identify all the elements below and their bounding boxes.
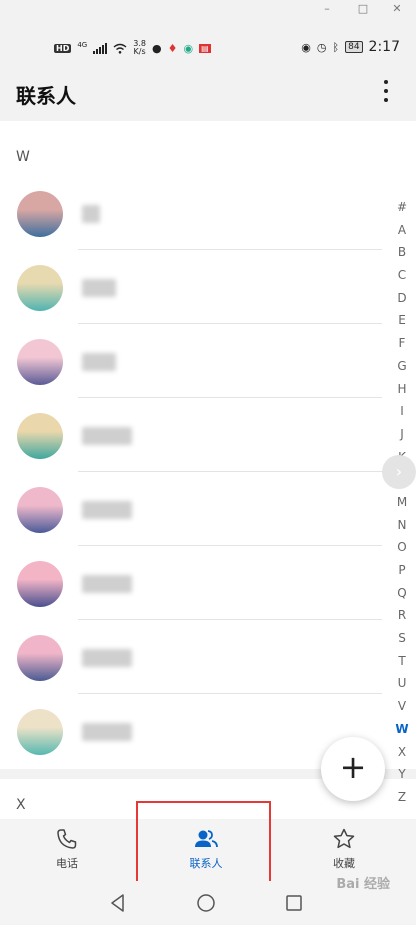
index-letter[interactable]: D	[394, 287, 410, 310]
index-letter[interactable]: Z	[394, 786, 410, 809]
index-letter[interactable]: J	[394, 423, 410, 446]
index-letter[interactable]: T	[394, 650, 410, 673]
net-speed: 3.8 K/s	[133, 39, 146, 56]
index-letter[interactable]: Y	[394, 763, 410, 786]
index-letter[interactable]: X	[394, 741, 410, 764]
index-letter[interactable]: A	[394, 219, 410, 242]
maximize-button[interactable]: □	[356, 2, 370, 16]
index-letter[interactable]: E	[394, 309, 410, 332]
contact-name-redacted	[82, 279, 116, 297]
index-letter[interactable]: H	[394, 378, 410, 401]
index-letter[interactable]: N	[394, 514, 410, 537]
map-pin-icon: ♦	[167, 41, 178, 55]
avatar	[17, 709, 63, 755]
contact-item[interactable]	[0, 472, 390, 546]
add-contact-button[interactable]: +	[321, 737, 385, 801]
index-letter[interactable]: P	[394, 559, 410, 582]
avatar	[17, 191, 63, 237]
contact-item[interactable]	[0, 250, 390, 324]
index-letter[interactable]: I	[394, 400, 410, 423]
avatar	[17, 265, 63, 311]
index-letter[interactable]: Q	[394, 582, 410, 605]
index-letter[interactable]: #	[394, 196, 410, 219]
recents-icon[interactable]	[282, 891, 306, 915]
index-letter[interactable]: G	[394, 355, 410, 378]
index-letter[interactable]: S	[394, 627, 410, 650]
index-letter[interactable]: B	[394, 241, 410, 264]
wechat-icon: ●	[151, 41, 162, 55]
alarm-icon: ◷	[316, 40, 327, 54]
chevron-right-icon[interactable]: ›	[382, 455, 416, 489]
home-icon[interactable]	[194, 891, 218, 915]
highlight-annotation	[136, 801, 271, 893]
index-letter[interactable]: R	[394, 604, 410, 627]
index-letter[interactable]: V	[394, 695, 410, 718]
contact-item[interactable]	[0, 176, 390, 250]
contact-item[interactable]	[0, 546, 390, 620]
avatar	[17, 413, 63, 459]
notification-app-icon: ▤	[199, 43, 211, 53]
contact-name-redacted	[82, 353, 116, 371]
index-letter[interactable]: U	[394, 672, 410, 695]
contact-item[interactable]	[0, 620, 390, 694]
section-header-x: X	[16, 797, 26, 813]
index-letter[interactable]: M	[394, 491, 410, 514]
avatar	[17, 487, 63, 533]
contact-name-redacted	[82, 723, 132, 741]
phone-icon	[57, 829, 77, 849]
bluetooth-icon: ᛒ	[332, 40, 340, 54]
more-options-icon[interactable]	[382, 80, 390, 106]
close-button[interactable]: ✕	[390, 2, 404, 16]
hd-badge: HD	[54, 43, 72, 53]
contact-name-redacted	[82, 205, 100, 223]
contact-name-redacted	[82, 649, 132, 667]
star-icon	[333, 828, 355, 849]
avatar	[17, 339, 63, 385]
contact-item[interactable]	[0, 324, 390, 398]
battery-icon: 84	[345, 41, 363, 53]
contact-list[interactable]: W X	[0, 121, 416, 819]
contact-item[interactable]	[0, 398, 390, 472]
section-header-w: W	[16, 149, 30, 165]
window-bar: – □ ✕	[0, 0, 416, 18]
index-letter[interactable]: C	[394, 264, 410, 287]
index-letter[interactable]: F	[394, 332, 410, 355]
contact-name-redacted	[82, 575, 132, 593]
tab-phone[interactable]: 电话	[7, 827, 127, 871]
contact-name-redacted	[82, 427, 132, 445]
clock: 2:17	[368, 39, 400, 55]
index-letter[interactable]: W	[394, 718, 410, 741]
title-bar: 联系人	[0, 68, 416, 120]
back-icon[interactable]	[106, 891, 130, 915]
watermark: Bai 经验	[336, 877, 390, 892]
page-title: 联系人	[16, 84, 76, 108]
index-letter[interactable]: O	[394, 536, 410, 559]
tab-favorites[interactable]: 收藏	[284, 827, 404, 871]
minimize-button[interactable]: –	[320, 2, 334, 16]
alphabet-index[interactable]: #ABCDEFGHIJKLMNOPQRSTUVWXYZ	[394, 196, 410, 809]
eye-icon: ◉	[301, 40, 311, 54]
contact-name-redacted	[82, 501, 132, 519]
network-type: 4G	[77, 41, 88, 49]
avatar	[17, 561, 63, 607]
wifi-icon	[113, 43, 127, 54]
avatar	[17, 635, 63, 681]
status-bar: HD 4G 3.8 K/s ● ♦ ◉ ▤ ◉ ◷ ᛒ 84 2:17	[0, 36, 416, 60]
app-icon: ◉	[183, 41, 194, 55]
signal-icon	[93, 42, 108, 54]
